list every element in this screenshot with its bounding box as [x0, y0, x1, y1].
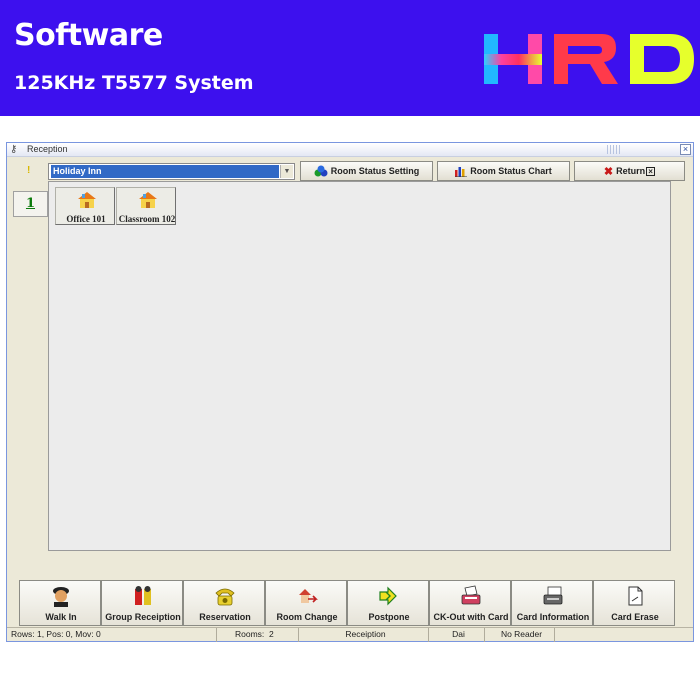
status-mode: Receiption [299, 628, 429, 642]
hotel-select[interactable]: Holiday Inn ▼ [48, 163, 295, 180]
exit-box-icon: × [646, 166, 656, 176]
bar-chart-icon [455, 166, 468, 177]
status-reader: No Reader [485, 628, 555, 642]
row-marker: ! [27, 165, 31, 176]
room-tile-classroom-102[interactable]: Classroom 102 [116, 187, 176, 225]
postpone-label: Postpone [368, 612, 410, 622]
card-reader-icon [461, 585, 481, 605]
house-icon [78, 192, 96, 208]
hotel-selected-value: Holiday Inn [51, 165, 279, 178]
guest-icon [53, 587, 69, 607]
reservation-button[interactable]: Reservation [183, 580, 265, 626]
chevron-down-icon[interactable]: ▼ [280, 165, 293, 178]
arrow-forward-icon [379, 586, 397, 606]
ck-out-with-card-button[interactable]: CK-Out with Card [429, 580, 511, 626]
group-receiption-button[interactable]: Group Receiption [101, 580, 183, 626]
room-status-chart-label: Room Status Chart [470, 166, 552, 176]
window-title: Reception [27, 144, 68, 154]
room-tile-office-101[interactable]: Office 101 [55, 187, 115, 225]
card-info-icon [543, 586, 563, 605]
group-icon [135, 586, 151, 605]
room-grid: Office 101 Classroom 102 [48, 181, 671, 551]
room-status-chart-button[interactable]: Room Status Chart [437, 161, 570, 181]
card-erase-icon [628, 586, 643, 606]
title-bar[interactable]: ⚷ Reception × [7, 143, 693, 157]
walk-in-button[interactable]: Walk In [19, 580, 101, 626]
banner-title: Software [14, 18, 163, 53]
banner-subtitle: 125KHz T5577 System [14, 72, 254, 94]
card-erase-button[interactable]: Card Erase [593, 580, 675, 626]
room-change-icon [299, 589, 318, 603]
close-icon[interactable]: × [680, 144, 691, 155]
promo-banner: Software 125KHz T5577 System [0, 0, 700, 116]
status-bar: Rows: 1, Pos: 0, Mov: 0 Rooms: 2 Receipt… [7, 627, 693, 642]
bottom-toolbar: Walk In Group Receiption Reservation Roo… [19, 580, 679, 626]
walk-in-label: Walk In [45, 612, 77, 622]
reservation-label: Reservation [199, 612, 251, 622]
status-user: Dai [429, 628, 485, 642]
room-label: Classroom 102 [118, 214, 176, 224]
house-icon [139, 192, 157, 208]
room-status-setting-label: Room Status Setting [330, 166, 420, 176]
card-information-label: Card Information [516, 612, 590, 622]
ck-out-with-card-label: CK-Out with Card [433, 612, 509, 622]
key-icon: ⚷ [10, 144, 18, 155]
room-status-setting-button[interactable]: Room Status Setting [300, 161, 433, 181]
title-grip [607, 145, 621, 154]
room-change-button[interactable]: Room Change [265, 580, 347, 626]
room-label: Office 101 [66, 214, 106, 224]
red-x-icon: ✖ [603, 165, 614, 178]
status-rooms-label: Rooms: [235, 629, 265, 639]
return-button[interactable]: ✖ Return × [574, 161, 685, 181]
hrd-logo [484, 34, 694, 84]
status-rooms-count: 2 [269, 629, 274, 639]
postpone-button[interactable]: Postpone [347, 580, 429, 626]
card-information-button[interactable]: Card Information [511, 580, 593, 626]
status-rooms: Rooms: 2 [217, 628, 299, 642]
reception-window: ⚷ Reception × ! 1 Holiday Inn ▼ Room Sta… [6, 142, 694, 642]
floor-tab-1[interactable]: 1 [13, 191, 48, 217]
group-receiption-label: Group Receiption [105, 612, 181, 622]
telephone-icon [215, 588, 235, 606]
card-erase-label: Card Erase [611, 612, 659, 622]
room-change-label: Room Change [276, 612, 338, 622]
status-position: Rows: 1, Pos: 0, Mov: 0 [7, 628, 217, 642]
return-label: Return [616, 166, 646, 176]
room-status-setting-icon [314, 165, 328, 177]
